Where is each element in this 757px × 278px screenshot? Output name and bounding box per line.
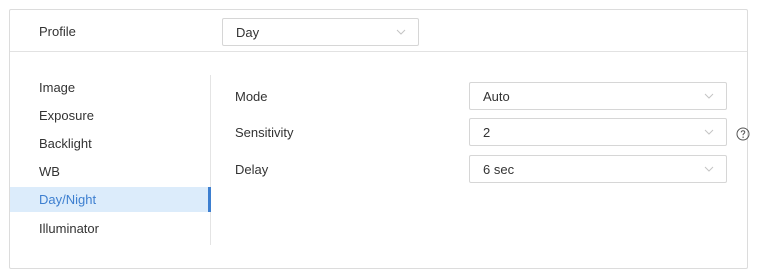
delay-select-value: 6 sec — [483, 162, 515, 177]
profile-select-value: Day — [236, 25, 260, 40]
sidebar-item-label: Image — [39, 80, 76, 95]
profile-bar: Profile Day — [10, 10, 747, 52]
settings-panel: Profile Day Image Exposure Backlight WB … — [9, 9, 750, 269]
sidebar-item-exposure[interactable]: Exposure — [10, 103, 211, 128]
sensitivity-select[interactable]: 2 — [469, 118, 727, 146]
sidebar-item-label: Backlight — [39, 136, 92, 151]
chevron-down-icon — [396, 29, 406, 35]
delay-select[interactable]: 6 sec — [469, 155, 727, 183]
sidebar-item-label: Day/Night — [39, 192, 97, 207]
chevron-down-icon — [704, 129, 714, 135]
mode-label: Mode — [235, 89, 268, 104]
sidebar-item-day-night[interactable]: Day/Night — [10, 187, 211, 212]
sidebar-item-illuminator[interactable]: Illuminator — [10, 216, 211, 241]
sidebar-nav: Image Exposure Backlight WB Day/Night Il… — [10, 75, 212, 250]
chevron-down-icon — [704, 166, 714, 172]
sidebar-item-wb[interactable]: WB — [10, 159, 211, 184]
chevron-down-icon — [704, 93, 714, 99]
sensitivity-select-value: 2 — [483, 125, 491, 140]
mode-select[interactable]: Auto — [469, 82, 727, 110]
sidebar-item-label: WB — [39, 164, 60, 179]
profile-label: Profile — [39, 24, 76, 39]
mode-select-value: Auto — [483, 89, 510, 104]
delay-label: Delay — [235, 162, 269, 177]
sidebar-item-label: Exposure — [39, 108, 94, 123]
sidebar-item-label: Illuminator — [39, 221, 99, 236]
sensitivity-label: Sensitivity — [235, 125, 294, 140]
help-circle-icon[interactable] — [736, 127, 750, 141]
sidebar-item-image[interactable]: Image — [10, 75, 211, 100]
active-indicator — [208, 187, 211, 212]
profile-select[interactable]: Day — [222, 18, 419, 46]
sidebar-item-backlight[interactable]: Backlight — [10, 131, 211, 156]
